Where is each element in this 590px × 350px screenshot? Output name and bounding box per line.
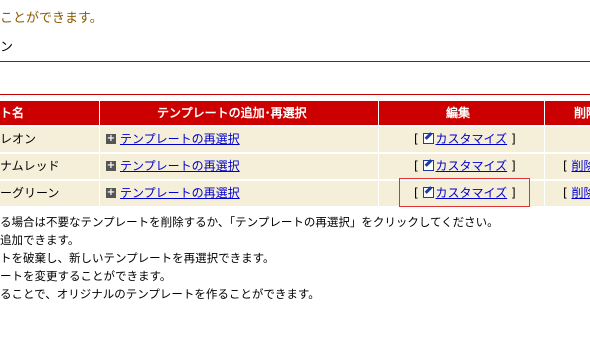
template-name: レオン bbox=[0, 132, 37, 146]
reselect-cell: + テンプレートの再選択 bbox=[106, 127, 240, 152]
intro-text: ことができます。 bbox=[0, 11, 103, 26]
customize-link[interactable]: カスタマイズ bbox=[436, 132, 508, 146]
table-row: レオン + テンプレートの再選択 [ カスタマイズ ] bbox=[0, 127, 590, 152]
delete-link[interactable]: 削除 bbox=[572, 159, 590, 173]
help-note: 追加できます。 bbox=[0, 233, 80, 247]
edit-cell: [ カスタマイズ ] bbox=[414, 127, 516, 152]
customize-highlight-box bbox=[399, 178, 530, 207]
column-separator bbox=[544, 101, 545, 206]
bracket: ] bbox=[510, 159, 516, 173]
column-separator bbox=[378, 101, 379, 206]
reselect-cell: + テンプレートの再選択 bbox=[106, 181, 240, 206]
help-note: ることで、オリジナルのテンプレートを作ることができます。 bbox=[0, 287, 320, 301]
bracket: [ bbox=[414, 159, 419, 173]
edit-cell: [ カスタマイズ ] bbox=[414, 154, 516, 179]
column-header-edit: 編集 bbox=[446, 106, 471, 120]
template-name: ーグリーン bbox=[0, 186, 60, 200]
section-heading: ン bbox=[0, 40, 14, 55]
reselect-template-link[interactable]: テンプレートの再選択 bbox=[120, 132, 240, 146]
help-note: トを破棄し、新しいテンプレートを再選択できます。 bbox=[0, 251, 275, 265]
table-header: ト名 テンプレートの追加･再選択 編集 削除 bbox=[0, 101, 590, 125]
column-header-name: ト名 bbox=[0, 106, 25, 120]
plus-icon: + bbox=[106, 159, 116, 171]
reselect-template-link[interactable]: テンプレートの再選択 bbox=[120, 159, 240, 173]
divider bbox=[0, 61, 590, 62]
table-row: ナムレッド + テンプレートの再選択 [ カスタマイズ ] [ 削除 bbox=[0, 154, 590, 179]
delete-cell: [ 削除 bbox=[563, 181, 590, 206]
column-header-reselect: テンプレートの追加･再選択 bbox=[157, 106, 307, 120]
reselect-cell: + テンプレートの再選択 bbox=[106, 154, 240, 179]
reselect-template-link[interactable]: テンプレートの再選択 bbox=[120, 186, 240, 200]
delete-cell: [ 削除 bbox=[563, 154, 590, 179]
edit-icon bbox=[422, 133, 434, 144]
customize-link[interactable]: カスタマイズ bbox=[436, 159, 508, 173]
plus-icon: + bbox=[106, 186, 116, 198]
help-note: る場合は不要なテンプレートを削除するか、「テンプレートの再選択」をクリックしてく… bbox=[0, 215, 499, 229]
help-note: ートを変更することができます。 bbox=[0, 269, 172, 283]
bracket: ] bbox=[510, 132, 516, 146]
column-header-delete: 削除 bbox=[574, 106, 590, 120]
column-separator bbox=[99, 101, 100, 206]
plus-icon: + bbox=[106, 132, 116, 144]
edit-icon bbox=[422, 160, 434, 171]
divider bbox=[0, 94, 590, 95]
delete-link[interactable]: 削除 bbox=[572, 186, 590, 200]
bracket: [ bbox=[563, 159, 568, 173]
bracket: [ bbox=[414, 132, 419, 146]
template-name: ナムレッド bbox=[0, 159, 60, 173]
bracket: [ bbox=[563, 186, 568, 200]
